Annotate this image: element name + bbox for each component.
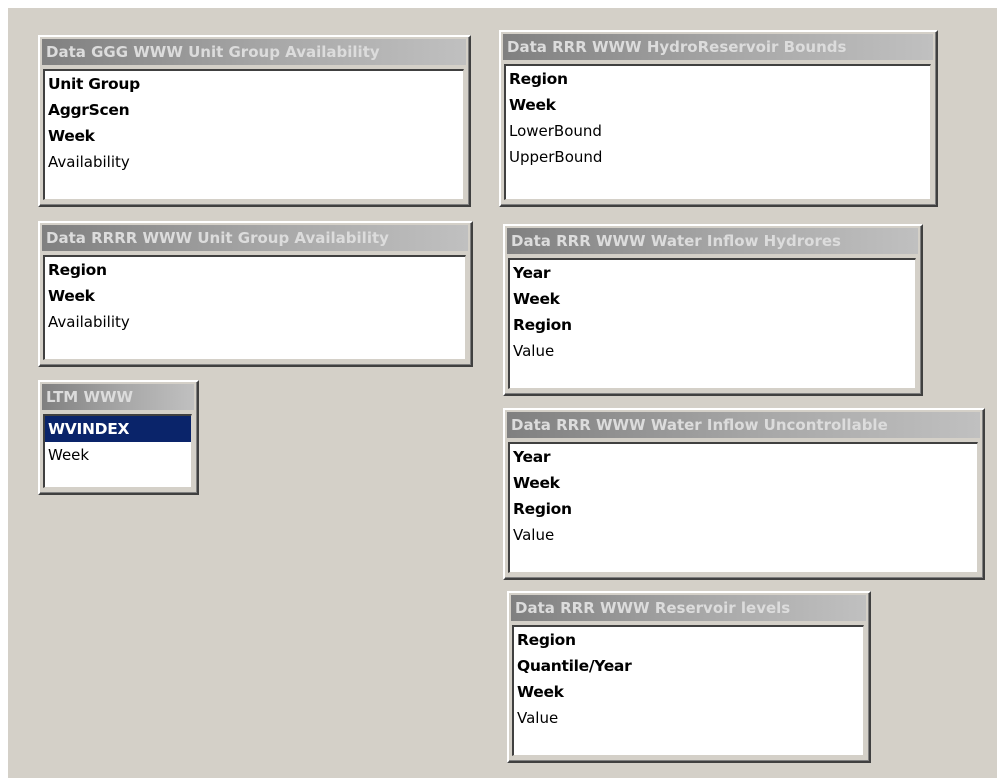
table-window-ltm-www[interactable]: LTM WWW WVINDEX Week [38, 380, 199, 495]
field-region[interactable]: Region [506, 66, 930, 92]
field-list[interactable]: WVINDEX Week [43, 414, 192, 488]
field-region[interactable]: Region [45, 257, 465, 283]
table-title-bar[interactable]: Data RRR WWW Water Inflow Uncontrollable [507, 412, 980, 438]
field-region[interactable]: Region [510, 496, 977, 522]
table-window-unit-group-availability[interactable]: Data GGG WWW Unit Group Availability Uni… [38, 35, 471, 207]
field-week[interactable]: Week [510, 286, 915, 312]
field-week[interactable]: Week [45, 283, 465, 309]
field-week[interactable]: Week [514, 679, 863, 705]
field-unit-group[interactable]: Unit Group [45, 71, 463, 97]
field-year[interactable]: Year [510, 260, 915, 286]
field-aggrscen[interactable]: AggrScen [45, 97, 463, 123]
field-value[interactable]: Value [514, 705, 863, 731]
table-title-bar[interactable]: LTM WWW [42, 384, 194, 410]
field-list[interactable]: Year Week Region Value [508, 258, 916, 389]
table-title-bar[interactable]: Data RRR WWW Reservoir levels [511, 595, 866, 621]
field-value[interactable]: Value [510, 522, 977, 548]
field-week[interactable]: Week [510, 470, 977, 496]
table-window-rrrr-unit-group-availability[interactable]: Data RRRR WWW Unit Group Availability Re… [38, 221, 473, 367]
field-value[interactable]: Value [510, 338, 915, 364]
table-title-bar[interactable]: Data RRR WWW HydroReservoir Bounds [503, 34, 933, 60]
table-title-bar[interactable]: Data RRR WWW Water Inflow Hydrores [507, 228, 918, 254]
field-region[interactable]: Region [514, 627, 863, 653]
field-list[interactable]: Unit Group AggrScen Week Availability [43, 69, 464, 200]
field-availability[interactable]: Availability [45, 149, 463, 175]
table-window-hydroreservoir-bounds[interactable]: Data RRR WWW HydroReservoir Bounds Regio… [499, 30, 938, 207]
table-title-bar[interactable]: Data RRRR WWW Unit Group Availability [42, 225, 468, 251]
table-window-water-inflow-uncontrollable[interactable]: Data RRR WWW Water Inflow Uncontrollable… [503, 408, 985, 580]
field-year[interactable]: Year [510, 444, 977, 470]
field-wvindex[interactable]: WVINDEX [45, 416, 191, 442]
field-region[interactable]: Region [510, 312, 915, 338]
field-list[interactable]: Region Quantile/Year Week Value [512, 625, 864, 756]
table-window-water-inflow-hydrores[interactable]: Data RRR WWW Water Inflow Hydrores Year … [503, 224, 923, 396]
field-week[interactable]: Week [45, 123, 463, 149]
table-title-bar[interactable]: Data GGG WWW Unit Group Availability [42, 39, 466, 65]
field-week[interactable]: Week [506, 92, 930, 118]
field-quantile-year[interactable]: Quantile/Year [514, 653, 863, 679]
field-upperbound[interactable]: UpperBound [506, 144, 930, 170]
field-list[interactable]: Region Week LowerBound UpperBound [504, 64, 931, 200]
field-week[interactable]: Week [45, 442, 191, 468]
relationships-canvas: Data GGG WWW Unit Group Availability Uni… [8, 8, 997, 778]
table-window-reservoir-levels[interactable]: Data RRR WWW Reservoir levels Region Qua… [507, 591, 871, 763]
field-availability[interactable]: Availability [45, 309, 465, 335]
field-list[interactable]: Year Week Region Value [508, 442, 978, 573]
field-lowerbound[interactable]: LowerBound [506, 118, 930, 144]
field-list[interactable]: Region Week Availability [43, 255, 466, 360]
